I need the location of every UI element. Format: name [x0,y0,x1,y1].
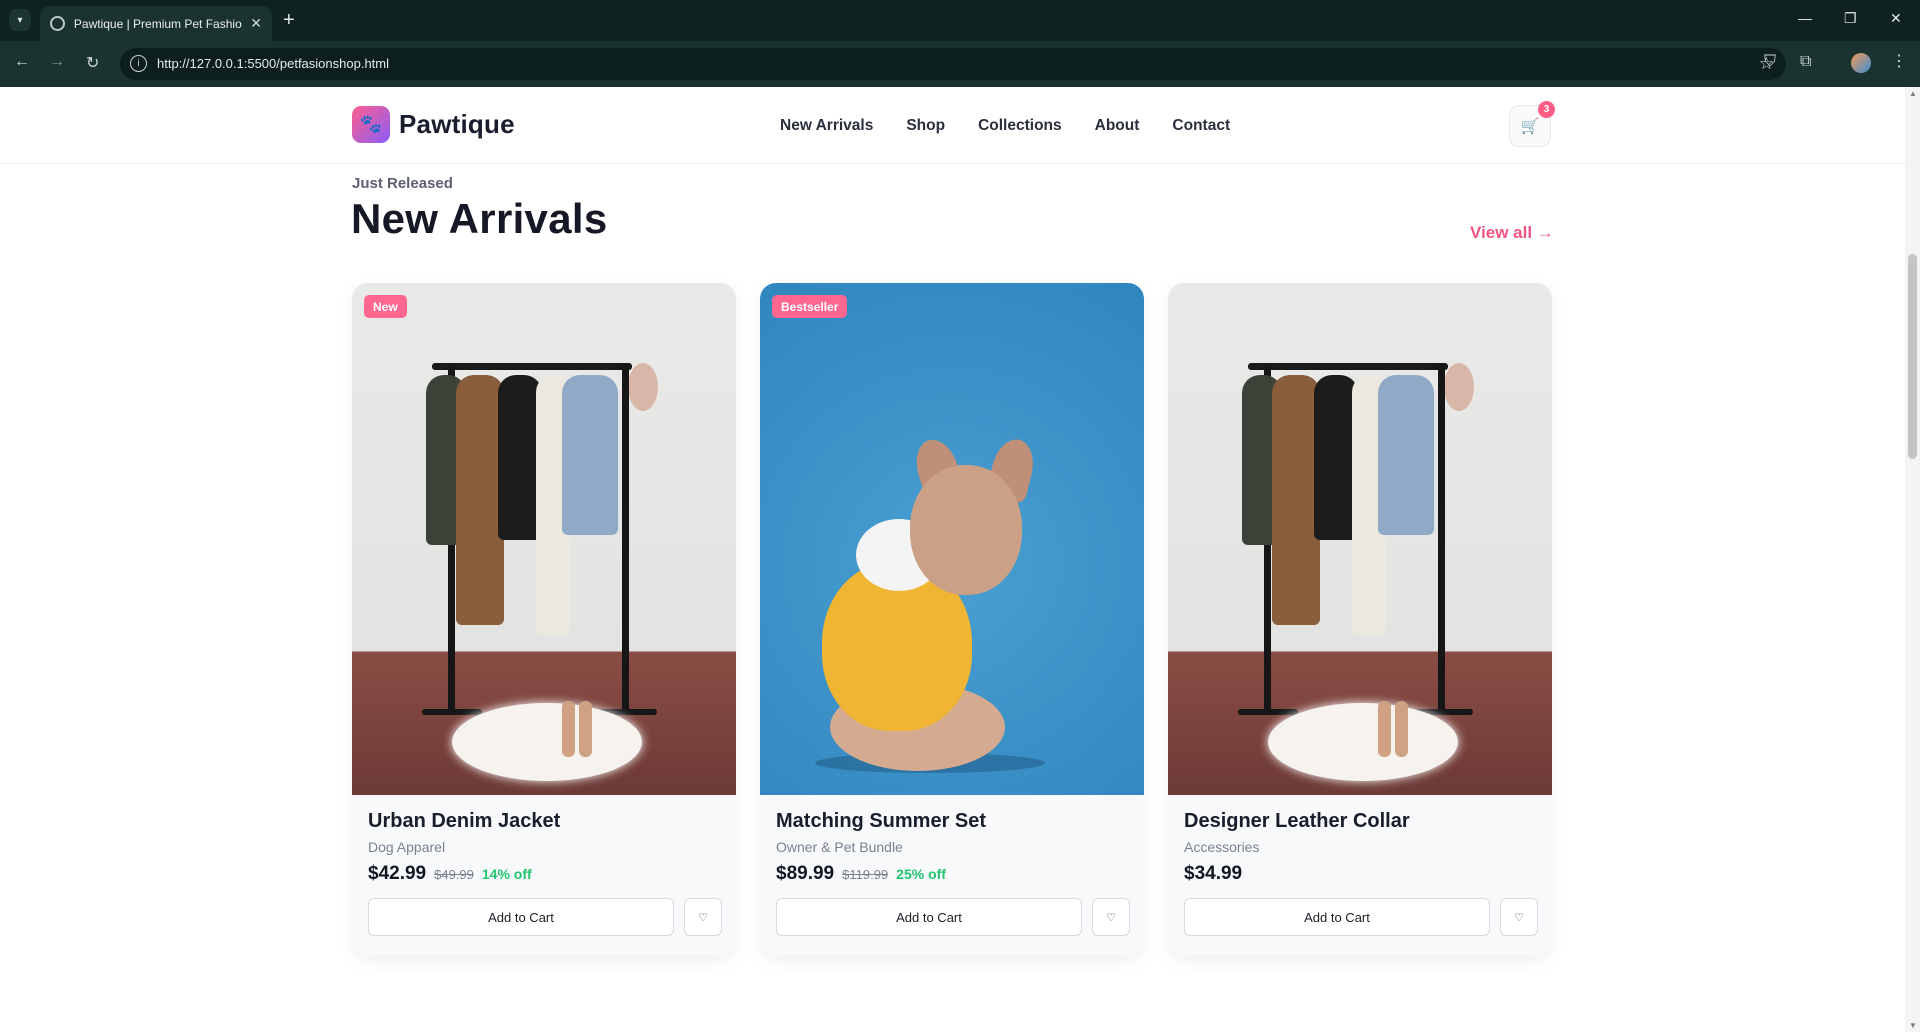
product-image-clothing-rack[interactable] [1168,283,1552,795]
add-to-cart-button[interactable]: Add to Cart [776,898,1082,936]
price-row: $89.99 $119.99 25% off [776,863,946,885]
cart-icon: 🛒 [1520,118,1540,135]
garment [562,375,618,535]
close-window-icon[interactable]: ✕ [1890,10,1902,27]
brand-logo[interactable]: 🐾 Pawtique [352,106,515,143]
product-category: Dog Apparel [368,839,446,855]
browser-address-bar: ← → ↻ i http://127.0.0.1:5500/petfasions… [0,41,1920,87]
extensions-puzzle-icon[interactable]: ⧉ [1800,53,1811,71]
dog-head [910,465,1022,595]
shoe [579,701,592,757]
product-badge: New [364,295,407,318]
french-bulldog-hoodie-photo [760,283,1144,795]
hat-shape [1444,363,1474,411]
rug [1268,703,1458,781]
wishlist-heart-icon[interactable]: ♡ [684,898,722,936]
price-row: $34.99 [1184,863,1242,885]
product-name[interactable]: Matching Summer Set [776,810,986,833]
product-old-price: $49.99 [434,867,474,882]
product-price: $89.99 [776,863,835,884]
clothing-rack-photo [352,283,736,795]
shoe [562,701,575,757]
add-to-cart-button[interactable]: Add to Cart [1184,898,1490,936]
product-discount: 25% off [896,866,946,882]
browser-menu-icon[interactable]: ⋮ [1891,51,1907,71]
rack-base [1238,709,1298,715]
forward-arrow-icon[interactable]: → [49,53,65,71]
rack-bar [432,363,632,370]
product-category: Accessories [1184,839,1260,855]
nav-item-new-arrivals[interactable]: New Arrivals [780,117,873,135]
product-card[interactable]: New Urban Denim Jacket Dog Apparel $42.9… [352,283,736,955]
site-info-icon[interactable]: i [130,55,147,72]
view-all-link[interactable]: View all → [1470,223,1554,243]
rack-leg [1438,363,1445,713]
product-image-french-bulldog[interactable]: Bestseller [760,283,1144,795]
cart-count-badge: 3 [1538,101,1555,118]
product-name[interactable]: Designer Leather Collar [1184,810,1410,833]
product-badge: Bestseller [772,295,848,318]
page-scrollbar[interactable]: ▲ ▼ [1905,87,1920,1032]
shoe [1378,701,1391,757]
back-arrow-icon[interactable]: ← [14,53,30,71]
product-name[interactable]: Urban Denim Jacket [368,810,560,833]
tab-search-chevron-icon[interactable]: ▾ [9,9,31,31]
wishlist-heart-icon[interactable]: ♡ [1500,898,1538,936]
url-text[interactable]: http://127.0.0.1:5500/petfasionshop.html [157,56,389,71]
rug [452,703,642,781]
garment [1272,375,1320,625]
product-card[interactable]: Designer Leather Collar Accessories $34.… [1168,283,1552,955]
garment [1378,375,1434,535]
site-header: 🐾 Pawtique New Arrivals Shop Collections… [0,87,1905,164]
tab-close-icon[interactable]: ✕ [250,15,262,32]
product-discount: 14% off [481,866,532,882]
brand-name: Pawtique [399,109,515,139]
paw-logo-icon: 🐾 [352,106,390,143]
hat-shape [628,363,658,411]
rack-bar [1248,363,1448,370]
clothing-rack-photo [1168,283,1552,795]
product-price: $34.99 [1184,863,1243,884]
garment [456,375,504,625]
rack-base [422,709,482,715]
price-row: $42.99 $49.99 14% off [368,863,532,885]
scroll-down-arrow-icon[interactable]: ▼ [1909,1021,1917,1030]
minimize-icon[interactable]: — [1798,10,1812,26]
nav-item-shop[interactable]: Shop [906,117,945,135]
nav-item-contact[interactable]: Contact [1172,117,1230,135]
nav-item-collections[interactable]: Collections [978,117,1062,135]
product-old-price: $119.99 [842,867,889,882]
add-to-cart-button[interactable]: Add to Cart [368,898,674,936]
wishlist-heart-icon[interactable]: ♡ [1092,898,1130,936]
nav-item-about[interactable]: About [1095,117,1140,135]
product-price: $42.99 [368,863,427,884]
url-field[interactable]: i http://127.0.0.1:5500/petfasionshop.ht… [120,48,1786,80]
product-card[interactable]: Bestseller Matching Summer Set Owner & P… [760,283,1144,955]
product-category: Owner & Pet Bundle [776,839,903,855]
profile-avatar[interactable] [1851,53,1871,73]
page-viewport: 🐾 Pawtique New Arrivals Shop Collections… [0,87,1905,1032]
product-image-clothing-rack[interactable]: New [352,283,736,795]
restore-icon[interactable]: ❐ [1844,10,1857,27]
rack-leg [622,363,629,713]
section-eyebrow: Just Released [352,175,453,192]
tab-title: Pawtique | Premium Pet Fashion [73,16,243,31]
new-tab-button[interactable]: + [283,9,295,31]
globe-icon [50,16,65,31]
main-nav: New Arrivals Shop Collections About Cont… [780,117,1230,135]
section-title: New Arrivals [351,195,608,242]
shoe [1395,701,1408,757]
scrollbar-thumb[interactable] [1908,254,1917,459]
scroll-up-arrow-icon[interactable]: ▲ [1909,89,1917,98]
browser-tab-bar: ▾ Pawtique | Premium Pet Fashion ✕ + — ❐… [0,0,1920,41]
reload-icon[interactable]: ↻ [86,53,99,73]
shield-extension-icon[interactable]: ⛉ [1764,53,1776,71]
browser-tab-active[interactable]: Pawtique | Premium Pet Fashion ✕ [40,6,272,41]
